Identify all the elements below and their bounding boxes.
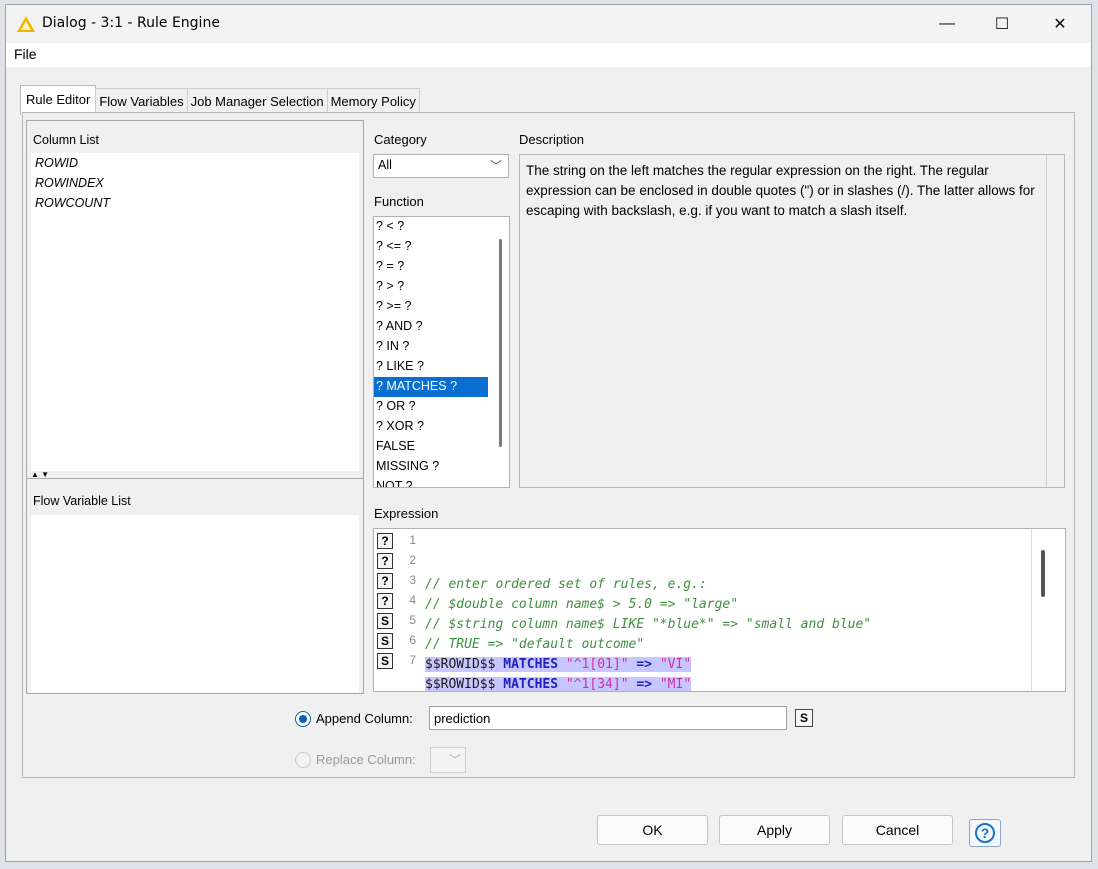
category-select[interactable]: All ﹀ [373,154,509,178]
string-type-icon[interactable]: S [377,613,393,629]
close-icon: ✕ [1053,16,1067,33]
tab-flow-variables[interactable]: Flow Variables [95,88,188,115]
category-label: Category [374,132,427,147]
function-item[interactable]: MISSING ? [374,457,488,477]
line-number: 6 [409,633,416,647]
tab-job-manager-selection[interactable]: Job Manager Selection [186,88,328,115]
close-button[interactable]: ✕ [1031,5,1089,43]
splitter-divider[interactable] [27,478,363,479]
function-item[interactable]: NOT ? [374,477,488,487]
description-box: The string on the left matches the regul… [519,154,1065,488]
expression-editor[interactable]: ? 1 // enter ordered set of rules, e.g.:… [373,528,1066,692]
line-number: 3 [409,573,416,587]
dialog-window: Dialog - 3:1 - Rule Engine — ☐ ✕ File Ru… [5,4,1092,862]
column-item-rowid[interactable]: ROWID [31,153,359,173]
append-column-radio[interactable] [295,711,311,727]
function-item[interactable]: ? XOR ? [374,417,488,437]
string-type-icon[interactable]: S [795,709,813,727]
left-lists-panel: Column List ROWID ROWINDEX ROWCOUNT ▲ ▼ … [26,120,364,694]
function-item[interactable]: ? AND ? [374,317,488,337]
function-item[interactable]: ? LIKE ? [374,357,488,377]
column-list[interactable]: ROWID ROWINDEX ROWCOUNT [31,153,359,471]
line-number: 1 [409,533,416,547]
replace-column-label: Replace Column: [316,752,416,767]
function-item[interactable]: ? <= ? [374,237,488,257]
function-item[interactable]: ? >= ? [374,297,488,317]
tab-rule-editor[interactable]: Rule Editor [20,85,97,115]
chevron-down-icon: ﹀ [489,159,502,173]
line-number: 2 [409,553,416,567]
column-item-rowcount[interactable]: ROWCOUNT [31,193,359,213]
function-item[interactable]: ? > ? [374,277,488,297]
rule-help-icon[interactable]: ? [377,573,393,589]
help-icon: ? [975,823,995,843]
function-item[interactable]: ? < ? [374,217,488,237]
append-column-input[interactable]: prediction [429,706,787,730]
function-item[interactable]: ? = ? [374,257,488,277]
knime-warning-icon [17,16,35,32]
flow-variable-list-header: Flow Variable List [33,494,131,508]
maximize-button[interactable]: ☐ [973,5,1031,43]
expression-scrollbar[interactable] [1041,550,1045,597]
string-type-icon[interactable]: S [377,653,393,669]
description-text: The string on the left matches the regul… [526,163,1035,218]
line-number: 7 [409,653,416,667]
chevron-down-icon: ﹀ [448,753,461,767]
category-value: All [378,158,392,172]
function-list-scrollbar[interactable] [499,239,502,447]
flow-variable-list[interactable] [31,515,359,693]
menu-file[interactable]: File [14,46,37,62]
code-line-6[interactable]: $$ROWID$$ MATCHES "^1[34]" => "MI" [425,677,692,691]
menu-bar: File [6,43,1091,67]
function-label: Function [374,194,424,209]
replace-column-select[interactable]: ﹀ [430,747,466,773]
minimize-icon: — [939,15,955,32]
apply-button[interactable]: Apply [719,815,830,845]
tab-bar: Rule Editor Flow Variables Job Manager S… [20,85,420,115]
string-type-icon[interactable]: S [377,633,393,649]
tab-memory-policy[interactable]: Memory Policy [326,88,420,115]
output-options: Append Column: prediction S Replace Colu… [23,700,1074,778]
cancel-button[interactable]: Cancel [842,815,953,845]
ok-button[interactable]: OK [597,815,708,845]
expression-scroll-track[interactable] [1031,529,1065,691]
function-list[interactable]: ? < ? ? <= ? ? = ? ? > ? ? >= ? ? AND ? … [373,216,510,488]
maximize-icon: ☐ [994,16,1010,33]
minimize-button[interactable]: — [918,5,976,43]
column-item-rowindex[interactable]: ROWINDEX [31,173,359,193]
function-item[interactable]: FALSE [374,437,488,457]
replace-column-radio[interactable] [295,752,311,768]
function-item[interactable]: ? IN ? [374,337,488,357]
help-button[interactable]: ? [969,819,1001,847]
rule-help-icon[interactable]: ? [377,553,393,569]
rule-help-icon[interactable]: ? [377,593,393,609]
column-list-header: Column List [33,133,99,147]
description-label: Description [519,132,585,147]
expression-label: Expression [374,506,439,521]
rule-editor-panel: Column List ROWID ROWINDEX ROWCOUNT ▲ ▼ … [22,112,1075,778]
window-title: Dialog - 3:1 - Rule Engine [42,15,220,31]
rule-help-icon[interactable]: ? [377,533,393,549]
description-scroll-track[interactable] [1046,155,1064,487]
title-bar: Dialog - 3:1 - Rule Engine — ☐ ✕ [6,5,1091,43]
line-number: 5 [409,613,416,627]
function-item[interactable]: ? OR ? [374,397,488,417]
function-item-selected[interactable]: ? MATCHES ? [374,377,488,397]
right-editor-panel: Category All ﹀ Function ? < ? ? <= ? ? =… [368,121,1071,695]
append-column-label: Append Column: [316,711,413,726]
line-number: 4 [409,593,416,607]
